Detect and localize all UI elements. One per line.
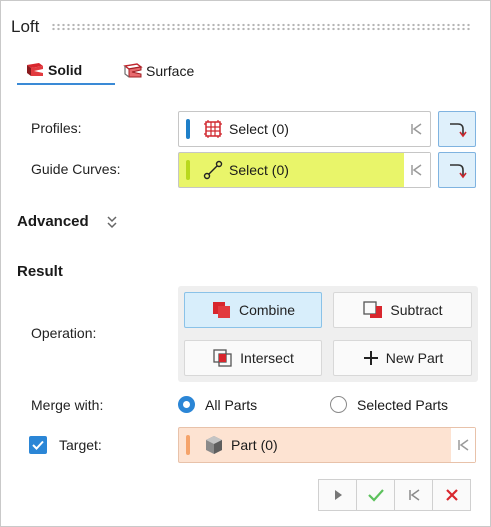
chevron-double-down-icon: [107, 215, 117, 228]
combine-label: Combine: [238, 302, 296, 318]
reset-button[interactable]: [394, 479, 433, 511]
subtract-icon: [363, 301, 383, 318]
combine-button[interactable]: Combine: [184, 292, 322, 328]
new-part-button[interactable]: New Part: [333, 340, 472, 376]
target-label: Target:: [59, 437, 102, 453]
merge-selected-parts-radio[interactable]: Selected Parts: [330, 396, 448, 413]
guide-curves-selector[interactable]: Select (0): [178, 152, 431, 188]
guide-curves-active-bar: [186, 160, 190, 180]
target-selector[interactable]: Part (0): [178, 427, 476, 463]
tab-solid[interactable]: Solid: [17, 57, 115, 85]
checkmark-icon: [32, 440, 44, 450]
tab-surface-label: Surface: [146, 63, 195, 79]
plus-icon: [363, 351, 378, 365]
guide-curves-pick-button[interactable]: [438, 152, 476, 188]
profiles-label: Profiles:: [31, 120, 82, 136]
tab-solid-label: Solid: [48, 62, 83, 78]
intersect-button[interactable]: Intersect: [184, 340, 322, 376]
apply-button[interactable]: [356, 479, 395, 511]
profiles-active-bar: [186, 119, 190, 139]
intersect-label: Intersect: [240, 350, 294, 366]
advanced-toggle[interactable]: Advanced: [17, 213, 119, 230]
advanced-label: Advanced: [17, 213, 89, 230]
tab-surface[interactable]: Surface: [115, 57, 202, 85]
profiles-selector[interactable]: Select (0): [178, 111, 431, 147]
reset-selection-icon[interactable]: [455, 437, 471, 453]
cancel-button[interactable]: [432, 479, 471, 511]
preview-button[interactable]: [318, 479, 357, 511]
subtract-button[interactable]: Subtract: [333, 292, 472, 328]
checkmark-icon: [367, 489, 384, 502]
result-label: Result: [17, 263, 63, 280]
target-value: Part (0): [231, 437, 278, 453]
target-checkbox[interactable]: [29, 436, 47, 454]
target-active-bar: [186, 435, 190, 455]
intersect-icon: [213, 349, 232, 367]
selected-parts-label: Selected Parts: [357, 396, 449, 413]
action-bar: [318, 479, 471, 511]
close-icon: [445, 489, 458, 501]
loft-panel: Loft Solid Surface Profiles: Select (0) …: [0, 0, 491, 527]
reset-selection-icon[interactable]: [408, 121, 424, 137]
new-part-label: New Part: [385, 350, 444, 366]
pick-chain-icon: [450, 123, 467, 138]
radio-unselected-icon: [330, 396, 347, 413]
combine-icon: [212, 302, 230, 318]
drag-handle[interactable]: [51, 23, 472, 31]
curve-icon: [203, 160, 223, 180]
tab-bar: Solid Surface: [17, 57, 202, 87]
profile-grid-icon: [204, 120, 222, 138]
title-row: Loft: [11, 15, 480, 39]
reset-selection-icon: [408, 489, 419, 501]
all-parts-label: All Parts: [205, 396, 258, 413]
loft-surface-icon: [123, 63, 143, 78]
profiles-pick-button[interactable]: [438, 111, 476, 147]
subtract-label: Subtract: [390, 302, 443, 318]
loft-solid-icon: [27, 63, 43, 76]
merge-label: Merge with:: [31, 397, 104, 413]
panel-title: Loft: [11, 17, 40, 36]
reset-selection-icon[interactable]: [408, 162, 424, 178]
guide-curves-value: Select (0): [229, 162, 289, 178]
radio-selected-icon: [178, 396, 195, 413]
operation-group: Combine Subtract Intersect New Part: [178, 286, 478, 382]
part-cube-icon: [206, 436, 222, 454]
play-icon: [334, 490, 342, 500]
merge-all-parts-radio[interactable]: All Parts: [178, 396, 257, 413]
guide-curves-label: Guide Curves:: [31, 161, 121, 177]
profiles-value: Select (0): [229, 121, 289, 137]
operation-label: Operation:: [31, 325, 97, 341]
pick-chain-icon: [450, 164, 467, 179]
